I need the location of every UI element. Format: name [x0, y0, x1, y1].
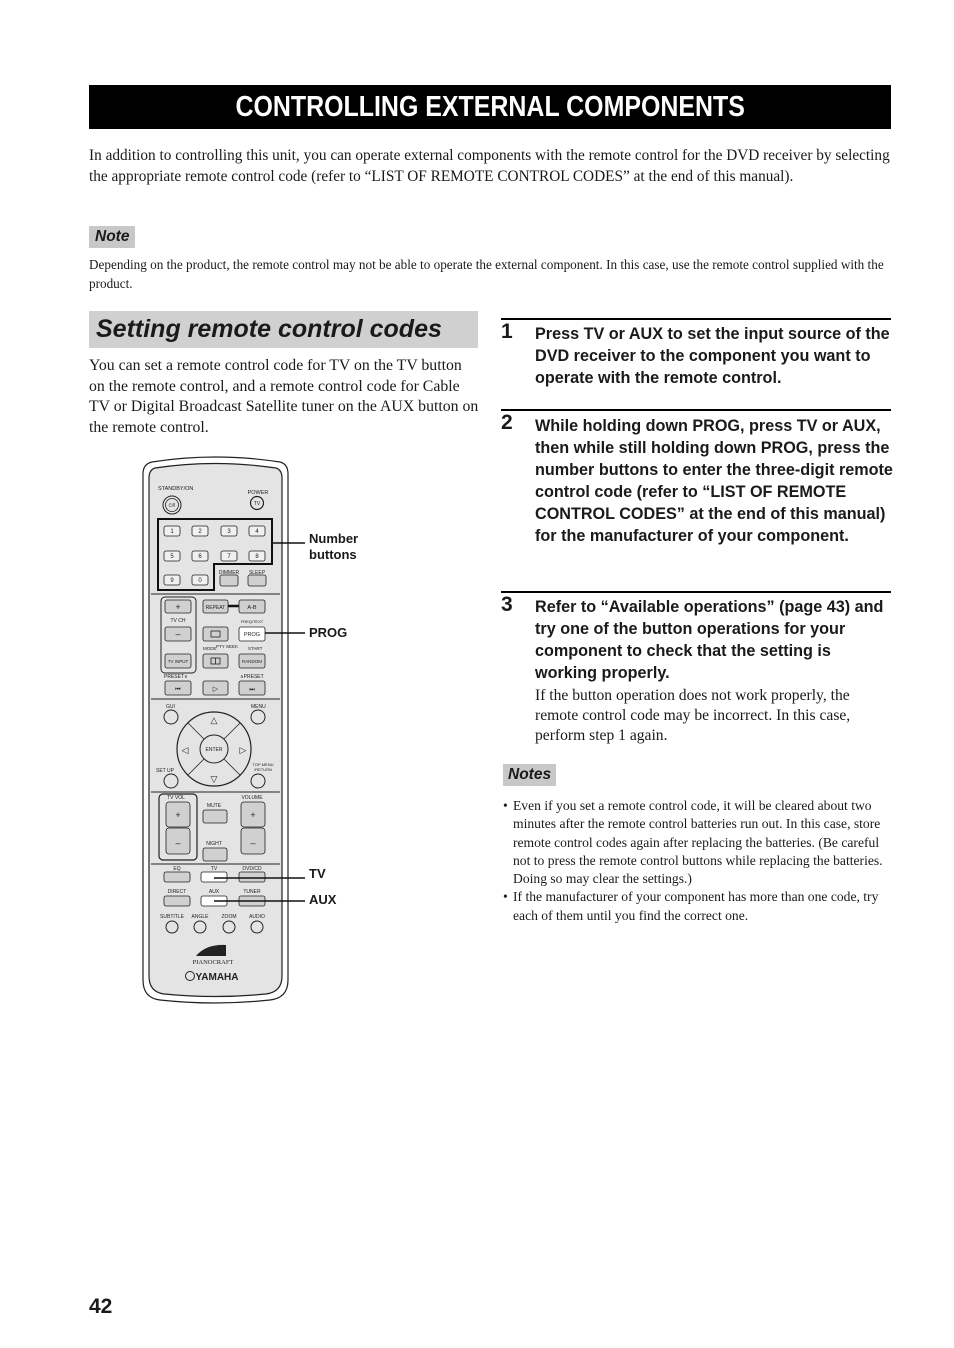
svg-text:EQ: EQ: [173, 866, 180, 872]
svg-text:PTY SEEK: PTY SEEK: [216, 644, 238, 649]
callout-number-buttons: Number buttons: [309, 531, 359, 562]
svg-text:TV VOL: TV VOL: [167, 795, 185, 801]
svg-text:START: START: [248, 646, 263, 651]
svg-text:ANGLE: ANGLE: [192, 914, 210, 920]
svg-text:RANDOM: RANDOM: [242, 659, 262, 664]
standby-label: STANDBY/ON: [158, 486, 193, 492]
svg-text:AUDIO: AUDIO: [249, 914, 265, 920]
svg-text:AUX: AUX: [209, 889, 220, 895]
night-button[interactable]: [202, 847, 228, 862]
svg-text:VOLUME: VOLUME: [241, 795, 263, 801]
svg-text:TV CH: TV CH: [171, 618, 186, 624]
svg-text:TV INPUT: TV INPUT: [168, 659, 189, 664]
svg-text:∧PRESET: ∧PRESET: [240, 674, 264, 680]
svg-text:PROG: PROG: [244, 632, 260, 638]
svg-text:/RETURN: /RETURN: [254, 767, 272, 772]
svg-text:A-B: A-B: [247, 605, 257, 611]
tv-input-select-button[interactable]: [200, 871, 228, 883]
svg-text:–: –: [250, 838, 255, 848]
svg-text:ZOOM: ZOOM: [222, 914, 237, 920]
svg-text:–: –: [175, 629, 180, 639]
pianocraft-logo: PIANOCRAFT: [193, 959, 234, 966]
callout-prog: PROG: [309, 625, 348, 640]
svg-text:PRESET∨: PRESET∨: [164, 674, 188, 680]
skip-back-icon: ⏮: [175, 687, 181, 693]
arrow-up-icon[interactable]: △: [211, 715, 218, 725]
svg-text:DVD/CD: DVD/CD: [242, 866, 262, 872]
stop-button[interactable]: [202, 626, 229, 642]
svg-text:DIRECT: DIRECT: [168, 889, 187, 895]
svg-text:TV: TV: [254, 501, 261, 507]
callout-aux: AUX: [309, 892, 337, 907]
svg-text:NIGHT: NIGHT: [206, 841, 222, 847]
svg-text:MENU: MENU: [251, 704, 266, 710]
svg-text:+: +: [175, 810, 180, 820]
svg-text:MUTE: MUTE: [207, 803, 222, 809]
callout-tv: TV: [309, 866, 326, 881]
svg-text:REPEAT: REPEAT: [206, 605, 226, 611]
eq-button[interactable]: [163, 871, 191, 883]
arrow-left-icon[interactable]: ◁: [182, 745, 189, 755]
sleep-button[interactable]: [247, 574, 267, 587]
svg-text:SUBTITLE: SUBTITLE: [160, 914, 185, 920]
arrow-right-icon[interactable]: ▷: [240, 745, 247, 755]
page-number: 42: [89, 1295, 113, 1318]
remote-control-illustration: STANDBY/ON ⏻/I POWER TV 1 2 3 45 6 7 89 0 DIMME…: [142, 456, 305, 1004]
svg-text:FREQ/TEXT: FREQ/TEXT: [241, 619, 264, 624]
dvdcd-button[interactable]: [238, 871, 266, 883]
svg-text:SET UP: SET UP: [156, 768, 175, 774]
skip-forward-icon: ⏭: [249, 687, 255, 693]
arrow-down-icon[interactable]: ▽: [211, 774, 218, 784]
power-label: POWER: [248, 490, 269, 496]
mute-button[interactable]: [202, 809, 228, 824]
svg-text:GUI: GUI: [166, 704, 175, 710]
play-icon: ▷: [213, 686, 219, 693]
direct-button[interactable]: [163, 895, 191, 907]
svg-text:+: +: [175, 602, 180, 612]
svg-text:–: –: [175, 838, 180, 848]
svg-text:⏻/I: ⏻/I: [169, 503, 176, 509]
svg-text:+: +: [250, 810, 255, 820]
yamaha-logo: YAMAHA: [196, 972, 239, 983]
svg-text:TUNER: TUNER: [243, 889, 261, 895]
svg-text:MODE: MODE: [203, 646, 217, 651]
svg-text:TV: TV: [211, 866, 218, 872]
svg-text:ENTER: ENTER: [206, 747, 223, 753]
dimmer-button[interactable]: [219, 574, 239, 587]
